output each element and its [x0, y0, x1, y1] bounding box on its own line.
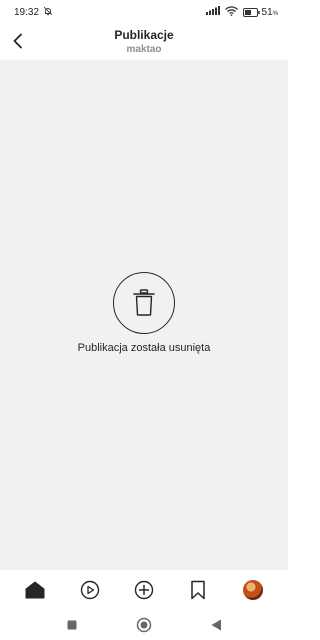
nav-create[interactable]: [129, 575, 159, 605]
recents-button[interactable]: [62, 615, 82, 635]
circle-home-icon: [136, 617, 152, 633]
header: Publikacje maktao: [0, 24, 288, 60]
status-left: 19:32: [14, 6, 53, 19]
page-subtitle: maktao: [126, 43, 162, 55]
battery-unit: %: [272, 10, 278, 17]
bookmark-icon: [191, 580, 206, 600]
status-right: 51%: [205, 5, 278, 19]
trash-circle: [113, 272, 175, 334]
back-system-button[interactable]: [206, 615, 226, 635]
deleted-message: Publikacja została usunięta: [77, 342, 211, 354]
home-system-button[interactable]: [134, 615, 154, 635]
bell-off-icon: [43, 6, 53, 19]
page-title: Publikacje: [114, 28, 174, 43]
avatar: [242, 580, 263, 600]
play-circle-icon: [80, 580, 99, 600]
plus-circle-icon: [134, 580, 154, 600]
header-text: Publikacje maktao: [114, 28, 174, 55]
status-time: 19:32: [14, 6, 40, 18]
status-bar: 19:32 51%: [0, 0, 288, 24]
main-content: Publikacja została usunięta: [0, 60, 288, 570]
square-icon: [67, 620, 77, 630]
system-nav: [0, 610, 288, 640]
nav-profile[interactable]: [238, 575, 268, 605]
battery-percent: 51%: [261, 6, 278, 18]
triangle-back-icon: [211, 619, 221, 631]
wifi-icon: [224, 5, 238, 19]
back-button[interactable]: [6, 28, 30, 54]
signal-icon: [205, 6, 220, 18]
bottom-nav: [0, 570, 288, 610]
trash-icon: [133, 289, 155, 316]
nav-home[interactable]: [20, 575, 50, 605]
battery-icon: [242, 7, 260, 17]
deleted-post-state: Publikacja została usunięta: [0, 272, 288, 354]
nav-reels[interactable]: [75, 575, 105, 605]
battery-indicator: 51%: [242, 6, 278, 18]
chevron-left-icon: [13, 33, 22, 49]
home-icon: [25, 581, 45, 599]
nav-saved[interactable]: [183, 575, 213, 605]
